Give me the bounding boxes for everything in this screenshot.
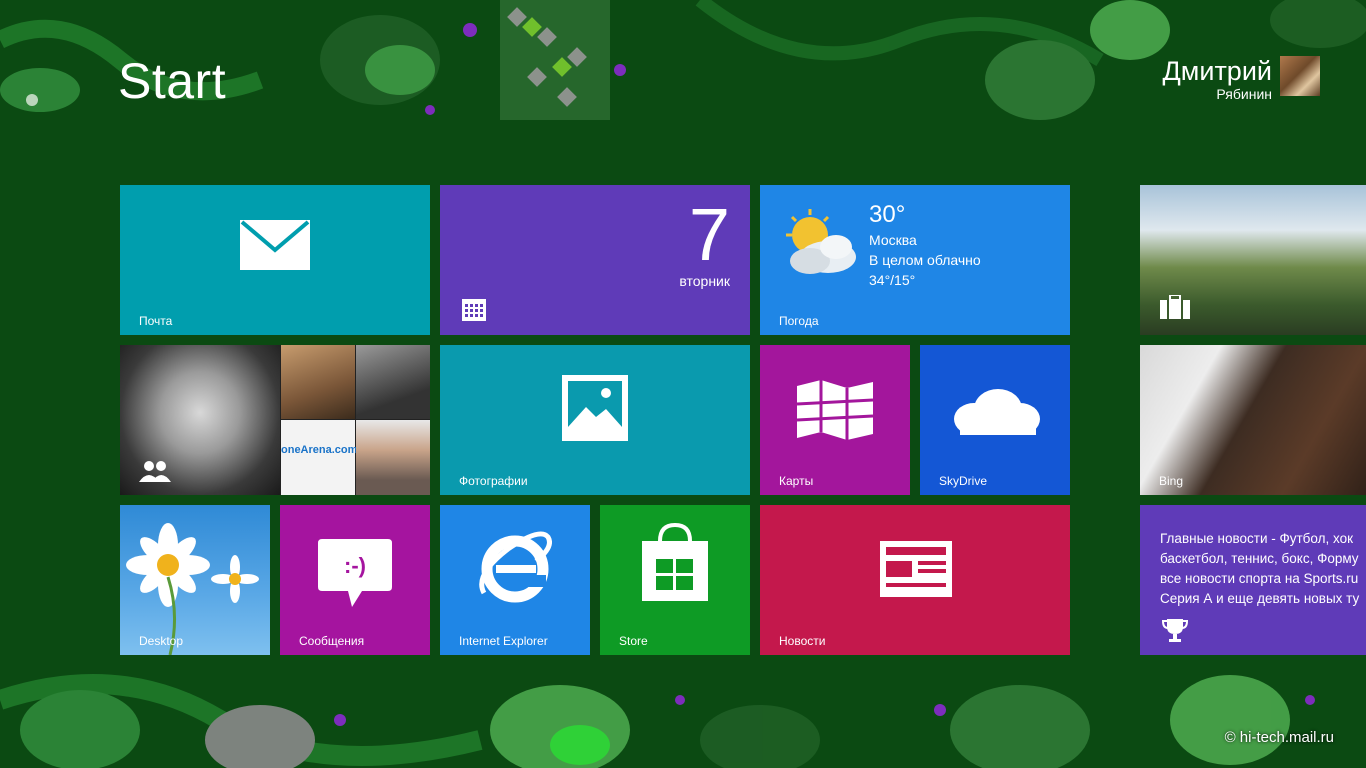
tile-label: Internet Explorer — [459, 634, 548, 648]
map-icon — [797, 380, 873, 440]
user-avatar[interactable] — [1280, 56, 1320, 96]
partly-cloudy-icon — [786, 209, 856, 274]
tile-store[interactable]: Store — [600, 505, 750, 655]
tile-skydrive[interactable]: SkyDrive — [920, 345, 1070, 495]
contact-photo — [281, 345, 355, 419]
tile-sports[interactable]: Главные новости - Футбол, хок баскетбол,… — [1140, 505, 1366, 655]
tile-label: Store — [619, 634, 648, 648]
start-screen-title: Start — [118, 53, 227, 109]
tile-label: Фотографии — [459, 474, 528, 488]
tile-photos[interactable]: Фотографии — [440, 345, 750, 495]
weather-range: 34°/15° — [869, 272, 916, 288]
tile-news[interactable]: Новости — [760, 505, 1070, 655]
user-account[interactable]: Дмитрий Рябинин — [1163, 56, 1320, 102]
people-icon — [139, 461, 171, 482]
contact-photo — [356, 345, 430, 419]
tile-label: Bing — [1159, 474, 1184, 488]
emoticon-text: :-) — [344, 553, 366, 578]
weather-city: Москва — [869, 232, 917, 248]
calendar-day-number: 7 — [688, 193, 730, 276]
sports-headline-line: все новости спорта на Sports.ru — [1160, 571, 1359, 586]
calendar-weekday: вторник — [679, 273, 730, 289]
daisy-wallpaper-image — [126, 523, 259, 655]
store-bag-icon — [642, 523, 708, 601]
contact-photo-text: oneArena.com — [281, 444, 358, 456]
tile-label: Погода — [779, 314, 819, 328]
mail-icon — [240, 220, 310, 270]
tile-messages[interactable]: :-) Сообщения — [280, 505, 430, 655]
weather-condition: В целом облачно — [869, 252, 981, 268]
tile-calendar[interactable]: 7 вторник — [440, 185, 750, 335]
cloud-icon — [954, 389, 1040, 435]
tile-label: Почта — [139, 314, 173, 328]
tile-label: SkyDrive — [939, 474, 988, 488]
user-first-name: Дмитрий — [1162, 56, 1272, 86]
sports-headline-line: Серия А и еще девять новых ту — [1160, 591, 1360, 606]
tile-internet-explorer[interactable]: Internet Explorer — [440, 505, 590, 655]
tile-mail[interactable]: Почта — [120, 185, 430, 335]
tile-label: Сообщения — [299, 634, 365, 648]
chat-bubble-icon: :-) — [318, 539, 392, 607]
tile-maps[interactable]: Карты — [760, 345, 910, 495]
ie-icon — [479, 531, 552, 603]
tile-label: Карты — [779, 474, 814, 488]
weather-temperature: 30° — [869, 201, 906, 228]
contact-photo — [356, 420, 430, 495]
sports-headline-line: Главные новости - Футбол, хок — [1160, 531, 1354, 546]
contact-photo: oneArena.com — [281, 420, 358, 495]
photos-icon — [562, 375, 628, 441]
tile-label: Desktop — [139, 634, 184, 648]
tile-bing[interactable]: Bing — [1140, 345, 1366, 495]
suitcase-icon — [1160, 295, 1190, 319]
newspaper-icon — [880, 541, 952, 597]
watermark: © hi-tech.mail.ru — [1224, 729, 1334, 746]
calendar-icon — [462, 299, 486, 321]
sports-headlines: Главные новости - Футбол, хок баскетбол,… — [1160, 529, 1366, 609]
tile-people[interactable]: oneArena.com — [120, 345, 430, 495]
user-last-name: Рябинин — [1216, 86, 1272, 102]
tile-travel[interactable] — [1140, 185, 1366, 335]
sports-headline-line: баскетбол, теннис, бокс, Форму — [1160, 551, 1359, 566]
tile-weather[interactable]: 30° Москва В целом облачно 34°/15° Погод… — [760, 185, 1070, 335]
trophy-icon — [1162, 619, 1188, 642]
tile-label: Новости — [779, 634, 826, 648]
tile-desktop[interactable]: Desktop — [120, 505, 270, 655]
